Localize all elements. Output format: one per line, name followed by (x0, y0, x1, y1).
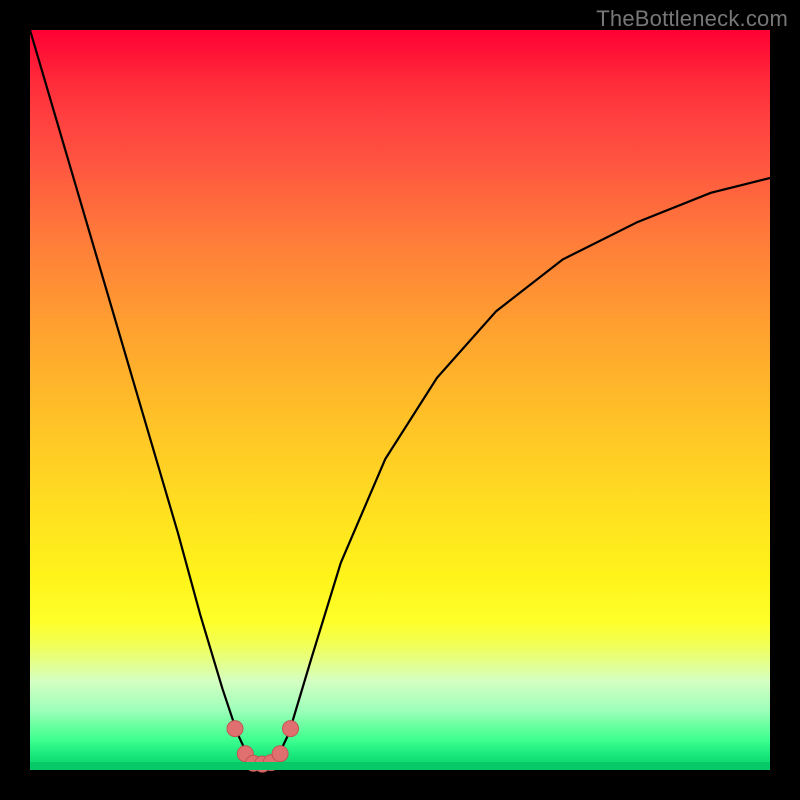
green-baseline (30, 762, 770, 770)
minimum-dot (227, 721, 243, 737)
chart-svg (30, 30, 770, 770)
watermark: TheBottleneck.com (596, 6, 788, 32)
bottleneck-curve (30, 30, 770, 764)
minimum-dot (283, 721, 299, 737)
minimum-dot (272, 746, 288, 762)
chart-area (30, 30, 770, 770)
